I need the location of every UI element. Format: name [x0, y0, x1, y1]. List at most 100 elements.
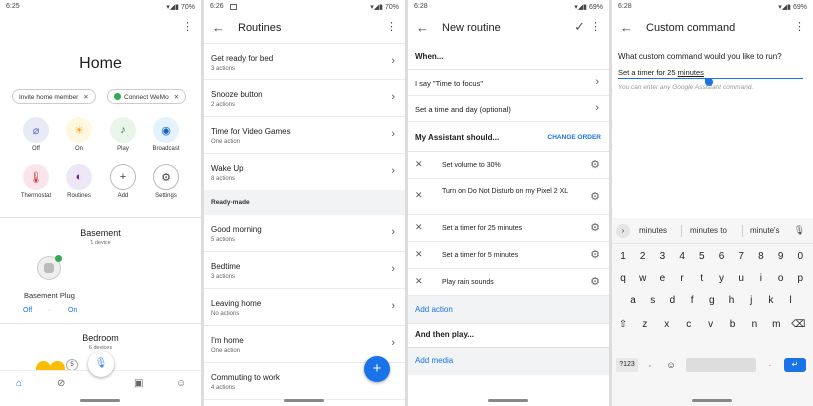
account-icon[interactable]: ☺ — [176, 378, 186, 389]
gear-icon[interactable]: ⚙ — [590, 248, 600, 261]
key[interactable]: k — [762, 290, 780, 312]
device-on-button[interactable]: On — [68, 307, 77, 314]
key[interactable]: b — [724, 314, 742, 336]
key[interactable]: a — [624, 290, 642, 312]
more-options-icon[interactable]: ⋮ — [794, 20, 805, 33]
routine-row[interactable]: Leaving home No actions › — [204, 289, 405, 326]
discover-icon[interactable]: ⊘ — [57, 378, 65, 389]
tile-settings[interactable]: ⚙ Settings — [144, 164, 188, 199]
gear-icon[interactable]: ⚙ — [590, 275, 600, 288]
gear-icon[interactable]: ⚙ — [590, 221, 600, 234]
device-off-button[interactable]: Off — [23, 307, 32, 314]
back-arrow-icon[interactable]: ← — [620, 20, 633, 35]
media-icon[interactable]: ▣ — [134, 378, 143, 389]
suggestion[interactable]: minutes — [639, 226, 667, 235]
remove-icon[interactable]: ✕ — [415, 190, 423, 201]
key[interactable]: x — [658, 314, 676, 336]
enter-key[interactable]: ↵ — [784, 358, 806, 372]
close-icon[interactable]: ✕ — [174, 94, 179, 101]
key[interactable]: 9 — [772, 246, 790, 268]
key[interactable]: t — [693, 268, 711, 290]
key[interactable]: v — [702, 314, 720, 336]
key[interactable]: p — [791, 268, 809, 290]
tile-thermostat[interactable]: 🌡 Thermostat — [14, 164, 58, 199]
symbols-key[interactable]: ?123 — [616, 358, 638, 372]
command-input[interactable]: Set a timer for 25 minutes — [618, 68, 704, 77]
suggestion[interactable]: minute's — [750, 226, 780, 235]
microphone-icon[interactable]: 🎙 — [794, 225, 805, 236]
key[interactable]: d — [663, 290, 681, 312]
key[interactable]: 1 — [614, 246, 632, 268]
key[interactable]: ⇧ — [614, 314, 632, 336]
key[interactable]: c — [680, 314, 698, 336]
emoji-icon[interactable]: ☺ — [662, 358, 680, 372]
key[interactable]: o — [772, 268, 790, 290]
key[interactable]: n — [745, 314, 763, 336]
tile-add[interactable]: + Add — [101, 164, 145, 199]
add-action-button[interactable]: Add action — [415, 305, 453, 314]
routine-row[interactable]: Good morning 5 actions › — [204, 215, 405, 252]
routine-row[interactable]: Get ready for bed 3 actions › — [204, 43, 405, 80]
add-routine-button[interactable]: + — [364, 356, 390, 382]
gear-icon[interactable]: ⚙ — [590, 158, 600, 171]
routine-row[interactable]: Snooze button 2 actions › — [204, 80, 405, 117]
trigger-row[interactable]: Set a time and day (optional) › — [408, 96, 609, 122]
gear-icon[interactable]: ⚙ — [590, 190, 600, 203]
routine-row[interactable]: Time for Video Games One action › — [204, 117, 405, 154]
key[interactable]: 6 — [713, 246, 731, 268]
key[interactable]: e — [653, 268, 671, 290]
check-icon[interactable]: ✓ — [574, 19, 585, 35]
key[interactable]: s — [644, 290, 662, 312]
tile-off[interactable]: ⌀ Off — [14, 117, 58, 152]
trigger-row[interactable]: I say "Time to focus" › — [408, 70, 609, 96]
key[interactable]: z — [636, 314, 654, 336]
key[interactable]: q — [614, 268, 632, 290]
more-options-icon[interactable]: ⋮ — [590, 20, 601, 33]
microphone-icon[interactable]: 🎙 — [88, 351, 114, 377]
remove-icon[interactable]: ✕ — [415, 159, 423, 170]
connect-wemo-chip[interactable]: Connect WeMo ✕ — [107, 89, 187, 104]
more-options-icon[interactable]: ⋮ — [182, 20, 193, 33]
key[interactable]: r — [673, 268, 691, 290]
key[interactable]: u — [732, 268, 750, 290]
comma-key[interactable]: , — [642, 358, 658, 372]
key[interactable]: j — [742, 290, 760, 312]
invite-home-member-chip[interactable]: Invite home member ✕ — [12, 89, 96, 104]
remove-icon[interactable]: ✕ — [415, 276, 423, 287]
key[interactable]: 3 — [653, 246, 671, 268]
tile-broadcast[interactable]: ◉ Broadcast — [144, 117, 188, 152]
tile-on[interactable]: ☀ On — [57, 117, 101, 152]
key[interactable]: 2 — [634, 246, 652, 268]
action-row[interactable]: ✕ Play rain sounds ⚙ — [408, 269, 609, 296]
key[interactable]: l — [782, 290, 800, 312]
key[interactable]: 7 — [732, 246, 750, 268]
key[interactable]: h — [723, 290, 741, 312]
key[interactable]: 4 — [673, 246, 691, 268]
action-row[interactable]: ✕ Set a timer for 25 minutes ⚙ — [408, 215, 609, 242]
back-arrow-icon[interactable]: ← — [212, 20, 225, 35]
key[interactable]: 5 — [693, 246, 711, 268]
action-row[interactable]: ✕ Set volume to 30% ⚙ — [408, 152, 609, 179]
routine-row[interactable]: Bedtime 3 actions › — [204, 252, 405, 289]
key[interactable]: y — [713, 268, 731, 290]
remove-icon[interactable]: ✕ — [415, 249, 423, 260]
suggestion[interactable]: minutes to — [690, 226, 727, 235]
tile-routines[interactable]: ◐ Routines — [57, 164, 101, 199]
space-bar[interactable] — [686, 358, 756, 372]
chevron-right-icon[interactable]: › — [616, 224, 630, 238]
key[interactable]: ⌫ — [789, 314, 807, 336]
add-media-button[interactable]: Add media — [415, 356, 453, 365]
plug-icon[interactable] — [37, 255, 62, 280]
key[interactable]: 0 — [791, 246, 809, 268]
period-key[interactable]: . — [762, 358, 778, 372]
tile-play[interactable]: ♪ Play — [101, 117, 145, 152]
remove-icon[interactable]: ✕ — [415, 222, 423, 233]
more-options-icon[interactable]: ⋮ — [386, 20, 397, 33]
key[interactable]: f — [683, 290, 701, 312]
action-row[interactable]: ✕ Turn on Do Not Disturb on my Pixel 2 X… — [408, 179, 609, 215]
key[interactable]: i — [752, 268, 770, 290]
key[interactable]: m — [767, 314, 785, 336]
back-arrow-icon[interactable]: ← — [416, 20, 429, 35]
routine-row[interactable]: Wake Up 8 actions › — [204, 154, 405, 191]
action-row[interactable]: ✕ Set a timer for 5 minutes ⚙ — [408, 242, 609, 269]
